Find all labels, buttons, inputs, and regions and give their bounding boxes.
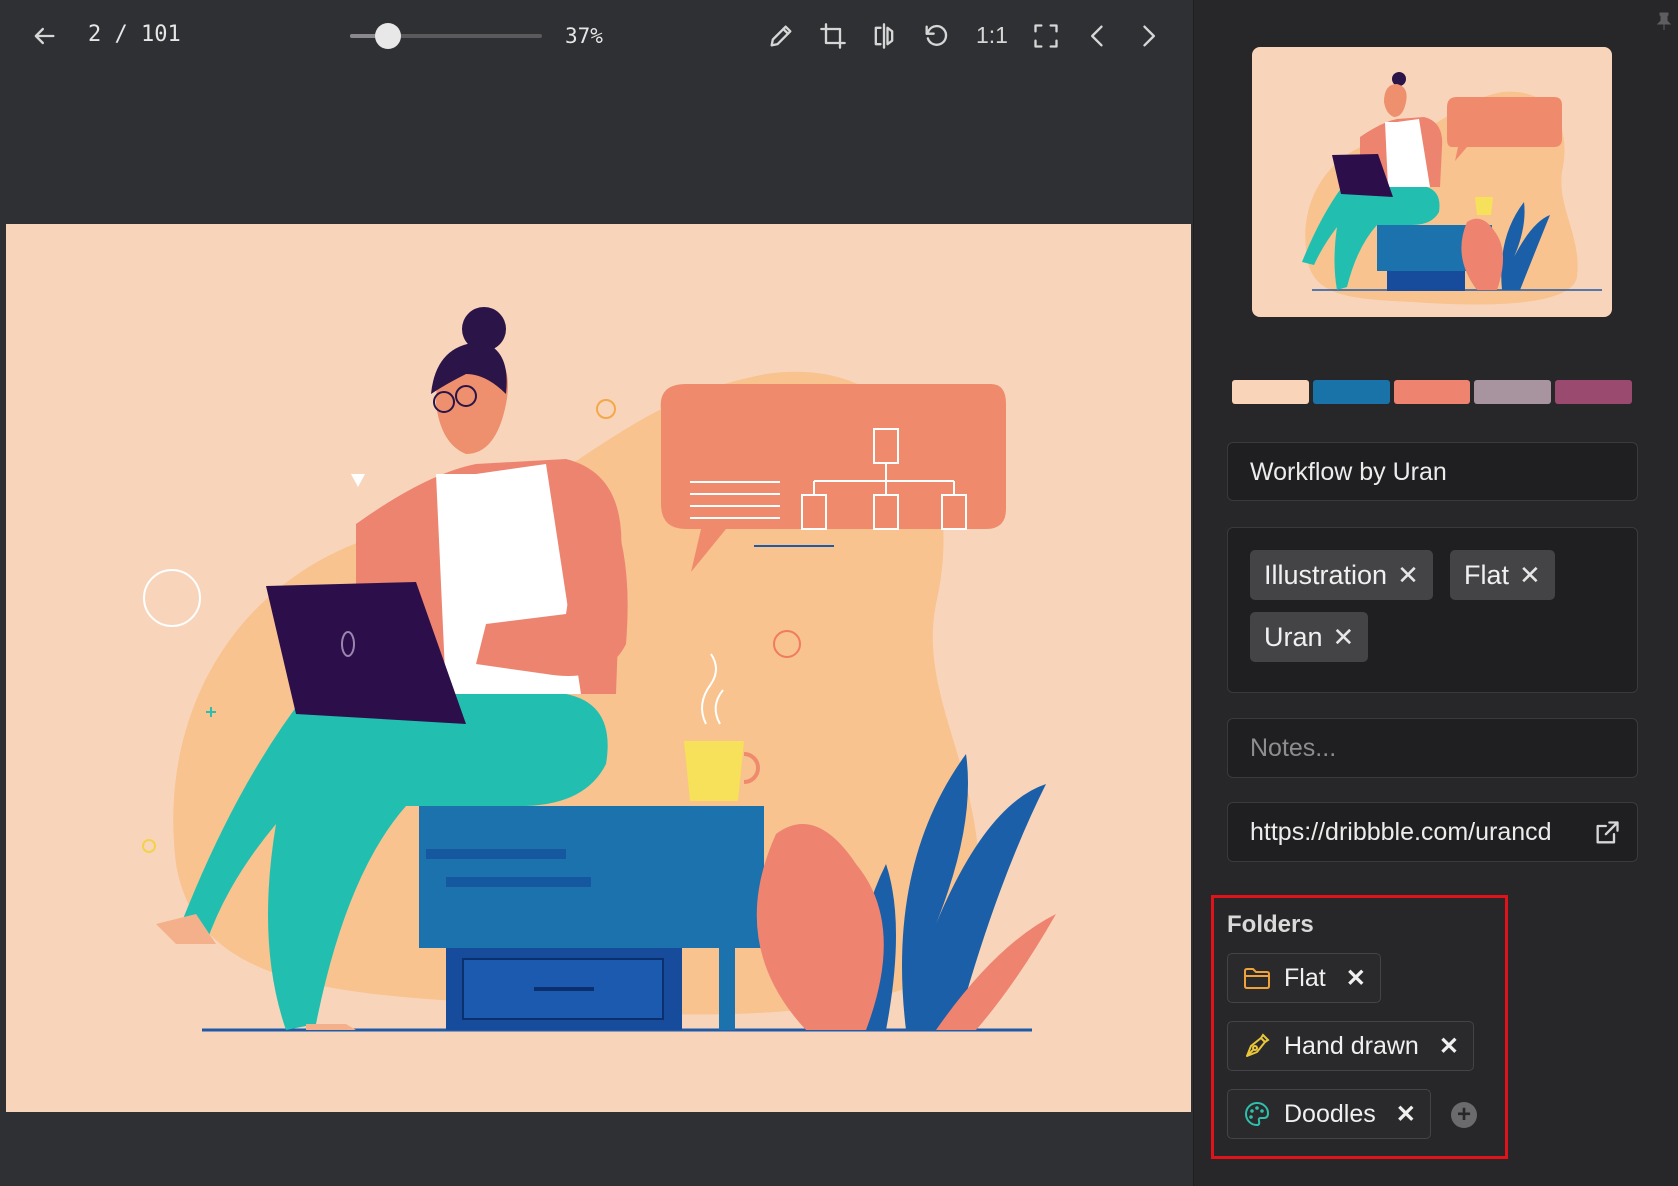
image-counter: 2 / 101 (88, 22, 181, 47)
folders-heading: Folders (1227, 911, 1314, 938)
folder-label: Doodles (1284, 1099, 1376, 1128)
zoom-slider[interactable] (350, 23, 542, 49)
pen-nib-icon (1242, 1031, 1272, 1061)
title-text: Workflow by Uran (1250, 458, 1447, 486)
tag-label: Flat (1464, 559, 1510, 590)
pin-icon[interactable] (1657, 12, 1671, 30)
thumbnail-preview[interactable] (1252, 47, 1612, 317)
crop-icon[interactable] (815, 18, 851, 54)
remove-folder-icon[interactable]: ✕ (1346, 964, 1366, 993)
folder-icon (1242, 963, 1272, 993)
image-viewer: 2 / 101 37% 1:1 (0, 0, 1193, 1186)
url-field[interactable]: https://dribbble.com/urancd (1227, 802, 1638, 862)
fullscreen-icon[interactable] (1028, 18, 1064, 54)
notes-field[interactable]: Notes... (1227, 718, 1638, 778)
url-text: https://dribbble.com/urancd (1250, 818, 1552, 846)
chevron-left-icon[interactable] (1080, 18, 1116, 54)
color-swatch[interactable] (1393, 380, 1471, 404)
folder-label: Flat (1284, 963, 1326, 992)
zoom-level: 37% (565, 24, 603, 48)
remove-folder-icon[interactable]: ✕ (1396, 1100, 1416, 1129)
color-swatch[interactable] (1555, 380, 1632, 404)
palette-icon (1242, 1099, 1272, 1129)
remove-tag-icon[interactable]: ✕ (1397, 560, 1419, 591)
back-arrow-icon[interactable] (26, 18, 62, 54)
folder-chip-hand-drawn[interactable]: Hand drawn ✕ (1227, 1021, 1474, 1071)
tags-field[interactable]: Illustration ✕ Flat ✕ Uran ✕ (1227, 527, 1638, 693)
tag-chip[interactable]: Flat ✕ (1450, 550, 1555, 600)
rotate-icon[interactable] (918, 18, 954, 54)
flip-icon[interactable] (866, 18, 902, 54)
folder-chip-flat[interactable]: Flat ✕ (1227, 953, 1381, 1003)
title-field[interactable]: Workflow by Uran (1227, 442, 1638, 501)
external-link-icon[interactable] (1593, 819, 1621, 847)
pencil-icon[interactable] (763, 18, 799, 54)
add-folder-icon[interactable]: + (1451, 1102, 1477, 1128)
tag-label: Uran (1264, 621, 1323, 652)
zoom-slider-handle[interactable] (375, 23, 402, 49)
folder-chip-doodles[interactable]: Doodles ✕ (1227, 1089, 1431, 1139)
tag-label: Illustration (1264, 559, 1388, 590)
notes-placeholder: Notes... (1250, 734, 1337, 762)
chevron-right-icon[interactable] (1130, 18, 1166, 54)
main-image (6, 224, 1191, 1112)
color-swatch[interactable] (1474, 380, 1552, 404)
color-palette (1232, 380, 1632, 404)
folder-label: Hand drawn (1284, 1031, 1419, 1060)
remove-tag-icon[interactable]: ✕ (1519, 560, 1541, 591)
tag-chip[interactable]: Uran ✕ (1250, 612, 1369, 662)
actual-size-button[interactable]: 1:1 (976, 22, 1008, 49)
color-swatch[interactable] (1232, 380, 1309, 404)
color-swatch[interactable] (1312, 380, 1390, 404)
remove-folder-icon[interactable]: ✕ (1439, 1032, 1459, 1061)
remove-tag-icon[interactable]: ✕ (1333, 622, 1355, 653)
tag-chip[interactable]: Illustration ✕ (1250, 550, 1433, 600)
